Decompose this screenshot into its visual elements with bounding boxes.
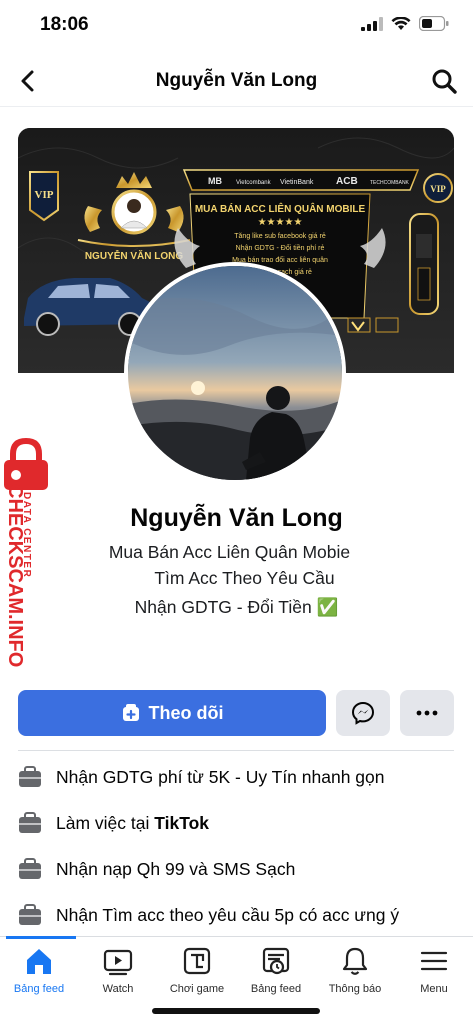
feeds-icon [262,947,290,975]
svg-text:VIP: VIP [430,184,446,194]
intro-text: Nhận GDTG phí từ 5K - Uy Tín nhanh gọn [56,766,385,787]
svg-text:VietinBank: VietinBank [280,179,314,186]
tab-label: Bảng feed [250,983,302,995]
page-title: Nguyễn Văn Long [155,70,318,91]
tab-label: Chơi game [169,983,225,995]
luxury-phone [409,213,439,315]
bio-line-3: Nhận GDTG - Đổi Tiền ✅ [134,597,339,617]
active-tab-indicator [6,936,76,939]
tab-feeds[interactable]: Bảng feed [237,945,315,1001]
status-bar: 18:06 [0,0,473,50]
svg-text:VIP: VIP [35,189,54,201]
tab-notifications[interactable]: Thông báo [316,945,394,1001]
briefcase-icon [19,766,41,787]
tab-label: Bảng feed [13,983,65,995]
home-indicator [152,1008,320,1014]
svg-text:TECHCOMBANK: TECHCOMBANK [370,180,410,186]
svg-text:MB: MB [208,176,222,186]
wifi-icon [391,16,411,30]
more-dots-icon [416,710,438,716]
intro-text-prefix: Làm việc tại [56,812,155,833]
intro-text: Nhận nạp Qh 99 và SMS Sạch [56,858,296,879]
intro-item: Nhận Tìm acc theo yêu cầu 5p có acc ưng … [18,902,468,928]
svg-text:★★★★★: ★★★★★ [258,217,303,228]
profile-name: Nguyễn Văn Long [130,504,343,532]
briefcase-icon [19,858,41,879]
status-time: 18:06 [40,14,89,35]
avatar-photo [128,266,342,480]
watch-icon [103,949,133,976]
vip-badge-left: VIP [29,171,59,222]
signal-icon [361,16,383,31]
messenger-button[interactable] [336,690,390,736]
svg-text:Vietcombank: Vietcombank [236,180,272,186]
menu-icon [420,951,448,971]
intro-item: Nhận nạp Qh 99 và SMS Sạch [18,856,468,882]
briefcase-icon [19,812,41,833]
more-options-button[interactable] [400,690,454,736]
bank-logos-bar: MB Vietcombank VietinBank ACB TECHCOMBAN… [182,169,420,191]
bell-icon [342,947,368,975]
svg-text:MUA BÁN ACC LIÊN QUÂN MOBILE: MUA BÁN ACC LIÊN QUÂN MOBILE [195,202,366,215]
intro-item: Làm việc tại TikTok [18,810,468,836]
vip-badge-right: VIP [423,173,453,203]
svg-text:Nhận GDTG - Đổi tiền phí rẻ: Nhận GDTG - Đổi tiền phí rẻ [236,243,325,252]
battery-icon [419,16,449,31]
messenger-icon [351,701,375,725]
workplace-link[interactable]: TikTok [154,813,209,834]
bottom-tab-bar: Bảng feed Watch Chơi game Bảng feed Thôn… [0,936,473,1003]
tab-home[interactable]: Bảng feed [0,945,78,1001]
svg-text:Tăng like sub facebook giá rẻ: Tăng like sub facebook giá rẻ [234,233,326,240]
follow-button-label: Theo dõi [148,702,224,723]
briefcase-icon [19,904,41,925]
home-icon [27,949,51,974]
status-icons [361,16,449,31]
tab-label: Watch [102,983,134,995]
tab-label: Thông báo [328,983,382,995]
svg-text:ACB: ACB [336,176,358,187]
section-divider [18,750,454,751]
search-icon[interactable] [429,66,459,96]
intro-item: Nhận GDTG phí từ 5K - Uy Tín nhanh gọn [18,764,468,790]
svg-text:NGUYỄN VĂN LONG: NGUYỄN VĂN LONG [85,249,184,262]
tab-gaming[interactable]: Chơi game [158,945,236,1001]
profile-avatar[interactable] [124,262,346,484]
bio-line-1: Mua Bán Acc Liên Quân Mobie [108,542,351,562]
bio-line-2: Tìm Acc Theo Yêu Cầu [154,568,335,588]
follow-button[interactable]: Theo dõi [18,690,326,736]
navigation-bar: Nguyễn Văn Long [0,56,473,107]
gaming-icon [183,947,211,975]
tab-label: Menu [420,983,448,995]
tab-watch[interactable]: Watch [79,945,157,1001]
intro-text: Nhận Tìm acc theo yêu cầu 5p có acc ưng … [56,904,400,925]
tab-menu[interactable]: Menu [395,945,473,1001]
add-follow-icon [122,704,139,721]
